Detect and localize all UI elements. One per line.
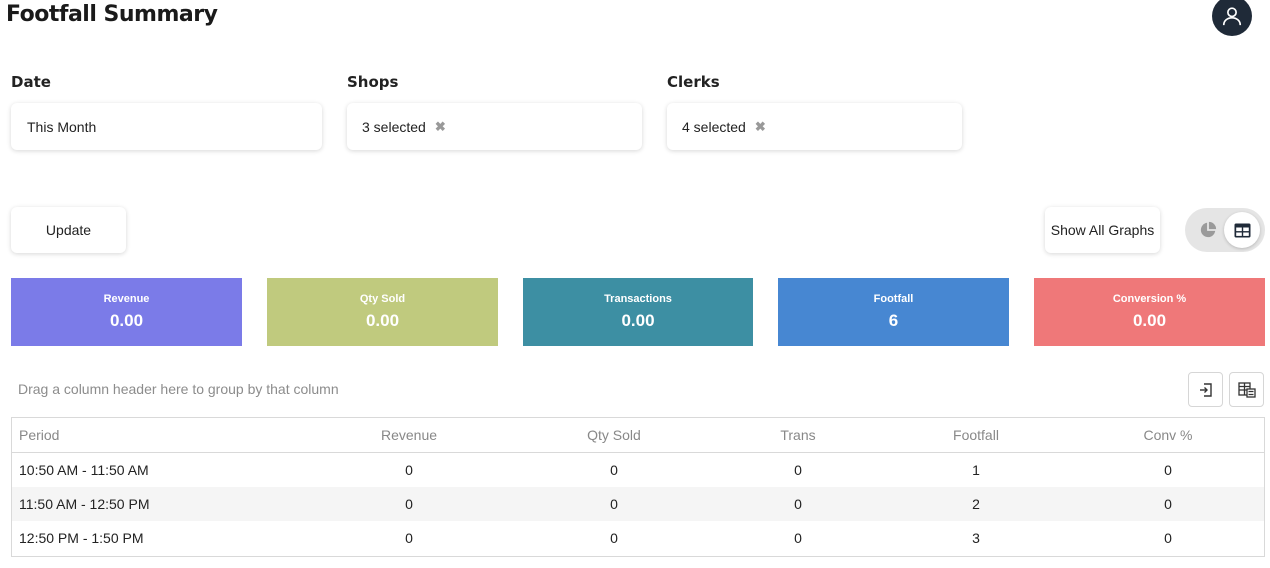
chart-view-toggle[interactable] (1190, 212, 1226, 248)
cell-qty-sold: 0 (610, 530, 618, 546)
shops-filter-select[interactable]: 3 selected ✖ (347, 103, 642, 150)
table-row[interactable]: 11:50 AM - 12:50 PM 0 0 0 2 0 (12, 487, 1264, 521)
page-title: Footfall Summary (6, 2, 218, 27)
kpi-label: Transactions (604, 293, 672, 305)
kpi-label: Qty Sold (359, 293, 406, 305)
kpi-value: 0.00 (365, 311, 400, 330)
column-header-revenue[interactable]: Revenue (304, 418, 514, 452)
kpi-label: Conversion % (1112, 293, 1187, 305)
column-chooser-button[interactable] (1229, 372, 1264, 407)
clerks-filter-value: 4 selected (682, 118, 746, 135)
cell-revenue: 0 (405, 496, 413, 512)
cell-qty-sold: 0 (610, 462, 618, 478)
date-filter-value: This Month (27, 118, 97, 135)
clerks-filter-select[interactable]: 4 selected ✖ (667, 103, 962, 150)
kpi-value: 6 (888, 311, 899, 330)
column-header-qty-sold[interactable]: Qty Sold (509, 418, 719, 452)
kpi-label: Footfall (873, 293, 914, 305)
date-filter-select[interactable]: This Month (11, 103, 322, 150)
shops-filter-label: Shops (347, 73, 399, 91)
column-header-footfall[interactable]: Footfall (871, 418, 1081, 452)
view-toggle (1185, 208, 1265, 252)
column-header-period[interactable]: Period (12, 418, 312, 452)
kpi-value: 0.00 (109, 311, 144, 330)
cell-trans: 0 (794, 496, 802, 512)
cell-footfall: 1 (972, 462, 980, 478)
cell-trans: 0 (794, 462, 802, 478)
group-panel-hint[interactable]: Drag a column header here to group by th… (18, 381, 339, 397)
data-grid: Period Revenue Qty Sold Trans Footfall C… (11, 417, 1265, 557)
shops-filter-value: 3 selected (362, 118, 426, 135)
table-row[interactable]: 12:50 PM - 1:50 PM 0 0 0 3 0 (12, 521, 1264, 555)
grid-header-row: Period Revenue Qty Sold Trans Footfall C… (12, 418, 1264, 453)
pie-chart-icon (1200, 221, 1217, 238)
cell-footfall: 2 (972, 496, 980, 512)
kpi-conversion: Conversion % 0.00 (1034, 278, 1265, 346)
column-header-conv[interactable]: Conv % (1063, 418, 1270, 452)
column-header-trans[interactable]: Trans (723, 418, 873, 452)
user-icon (1222, 7, 1242, 26)
date-filter-label: Date (11, 73, 51, 91)
table-icon (1234, 223, 1250, 237)
kpi-footfall: Footfall 6 (778, 278, 1009, 346)
cell-period: 10:50 AM - 11:50 AM (19, 462, 149, 478)
table-row[interactable]: 10:50 AM - 11:50 AM 0 0 0 1 0 (12, 453, 1264, 487)
kpi-qty-sold: Qty Sold 0.00 (267, 278, 498, 346)
update-button[interactable]: Update (11, 207, 126, 253)
clerks-clear-icon[interactable]: ✖ (755, 119, 766, 135)
kpi-revenue: Revenue 0.00 (11, 278, 242, 346)
shops-clear-icon[interactable]: ✖ (435, 119, 446, 135)
column-chooser-icon (1237, 381, 1256, 398)
user-avatar[interactable] (1212, 0, 1252, 36)
cell-conv: 0 (1164, 496, 1172, 512)
cell-conv: 0 (1164, 462, 1172, 478)
cell-conv: 0 (1164, 530, 1172, 546)
kpi-transactions: Transactions 0.00 (523, 278, 753, 346)
cell-revenue: 0 (405, 530, 413, 546)
cell-qty-sold: 0 (610, 496, 618, 512)
cell-trans: 0 (794, 530, 802, 546)
table-view-toggle[interactable] (1224, 212, 1260, 248)
cell-period: 11:50 AM - 12:50 PM (19, 496, 150, 512)
kpi-value: 0.00 (1132, 311, 1167, 330)
cell-revenue: 0 (405, 462, 413, 478)
export-button[interactable] (1188, 372, 1223, 407)
export-icon (1199, 382, 1212, 397)
cell-period: 12:50 PM - 1:50 PM (19, 530, 144, 546)
cell-footfall: 3 (972, 530, 980, 546)
show-all-graphs-button[interactable]: Show All Graphs (1045, 207, 1160, 253)
kpi-value: 0.00 (621, 311, 655, 330)
clerks-filter-label: Clerks (667, 73, 720, 91)
kpi-label: Revenue (103, 293, 150, 305)
